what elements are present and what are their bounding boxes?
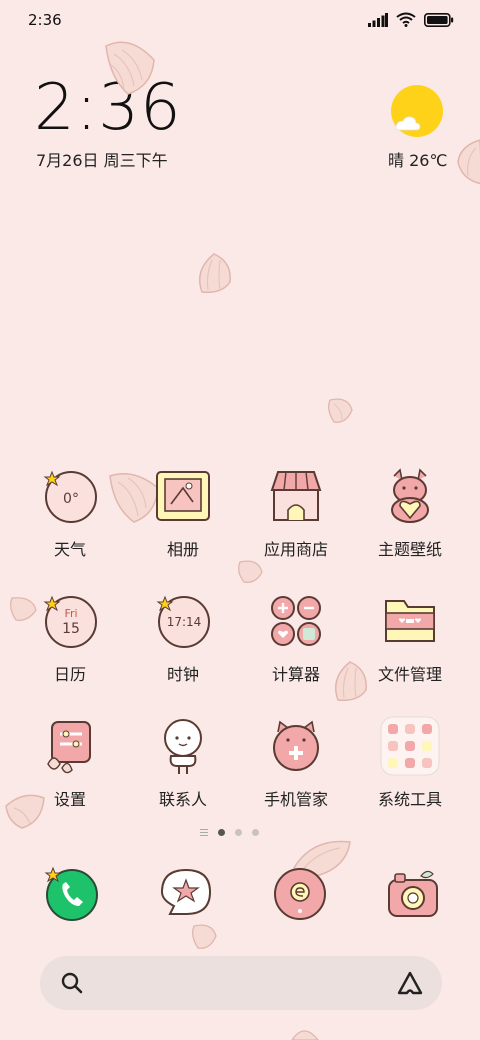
gallery-icon [153,466,213,526]
app-label: 应用商店 [263,540,328,559]
camera-icon [388,870,438,917]
petal-decoration [199,253,231,294]
browser-icon [274,868,326,920]
app-label: 手机管家 [263,790,328,809]
messages-icon [160,868,212,915]
app-label: 联系人 [158,790,207,809]
app-weather[interactable]: 0° 天气 [10,466,130,560]
search-bar[interactable] [40,956,442,1010]
app-file-manager[interactable]: 文件管理 [350,591,470,685]
app-security[interactable]: 手机管家 [236,716,356,810]
security-icon [266,716,326,776]
app-calculator[interactable]: 计算器 [236,591,356,685]
page-indicator[interactable] [200,829,259,836]
app-calendar[interactable]: Fri 15 日历 [10,591,130,685]
app-clock[interactable]: 17:14 时钟 [123,591,243,685]
petal-decoration [291,1030,319,1040]
wifi-icon [396,12,416,27]
status-bar: 2:36 [0,0,480,44]
app-system-tools-folder[interactable]: 系统工具 [350,716,470,810]
page-dot-active [218,829,225,836]
petal-decoration [457,139,480,185]
page-dot [235,829,242,836]
app-settings[interactable]: 设置 [10,716,130,810]
calendar-day: Fri [64,607,77,620]
page-dot [252,829,259,836]
weather-text: 晴 26℃ [388,151,448,170]
weather-app-icon: 0° [40,466,100,526]
clock-icon-time: 17:14 [167,615,202,629]
petal-decoration [238,560,263,583]
themes-icon [380,466,440,526]
status-icons [368,12,454,27]
calendar-icon: Fri 15 [40,591,100,651]
dock-phone[interactable] [43,866,99,922]
system-tools-folder-icon [380,716,440,776]
calendar-date: 15 [62,621,80,637]
app-label: 计算器 [271,665,320,684]
dock-camera[interactable] [385,866,441,922]
app-store[interactable]: 应用商店 [236,466,356,560]
app-gallery[interactable]: 相册 [123,466,243,560]
app-label: 时钟 [166,665,199,684]
app-themes[interactable]: 主题壁纸 [350,466,470,560]
phone-icon [44,866,98,921]
app-contacts[interactable]: 联系人 [123,716,243,810]
app-label: 文件管理 [377,665,442,684]
app-label: 天气 [53,540,86,559]
date-text: 7月26日 周三下午 [36,151,168,170]
sun-icon[interactable] [390,84,444,138]
status-time: 2:36 [28,11,62,29]
dock-browser[interactable] [272,866,328,922]
menu-lines-icon [200,829,208,836]
voice-assistant-icon[interactable] [396,970,424,996]
petal-decoration [105,41,155,95]
dock-messages[interactable] [158,866,214,922]
calculator-icon [266,591,326,651]
clock-icon: 17:14 [153,591,213,651]
app-store-icon [266,466,326,526]
search-icon [61,972,83,994]
app-label: 设置 [53,790,86,809]
app-label: 系统工具 [377,790,442,809]
battery-icon [424,12,454,27]
file-manager-icon [380,591,440,651]
petal-decoration [328,398,353,423]
signal-icon [368,12,388,27]
settings-icon [40,716,100,776]
app-label: 日历 [53,665,86,684]
petal-decoration [192,924,217,949]
weather-app-temp: 0° [63,491,79,507]
app-label: 主题壁纸 [377,540,442,559]
app-label: 相册 [166,540,199,559]
contacts-icon [153,716,213,776]
